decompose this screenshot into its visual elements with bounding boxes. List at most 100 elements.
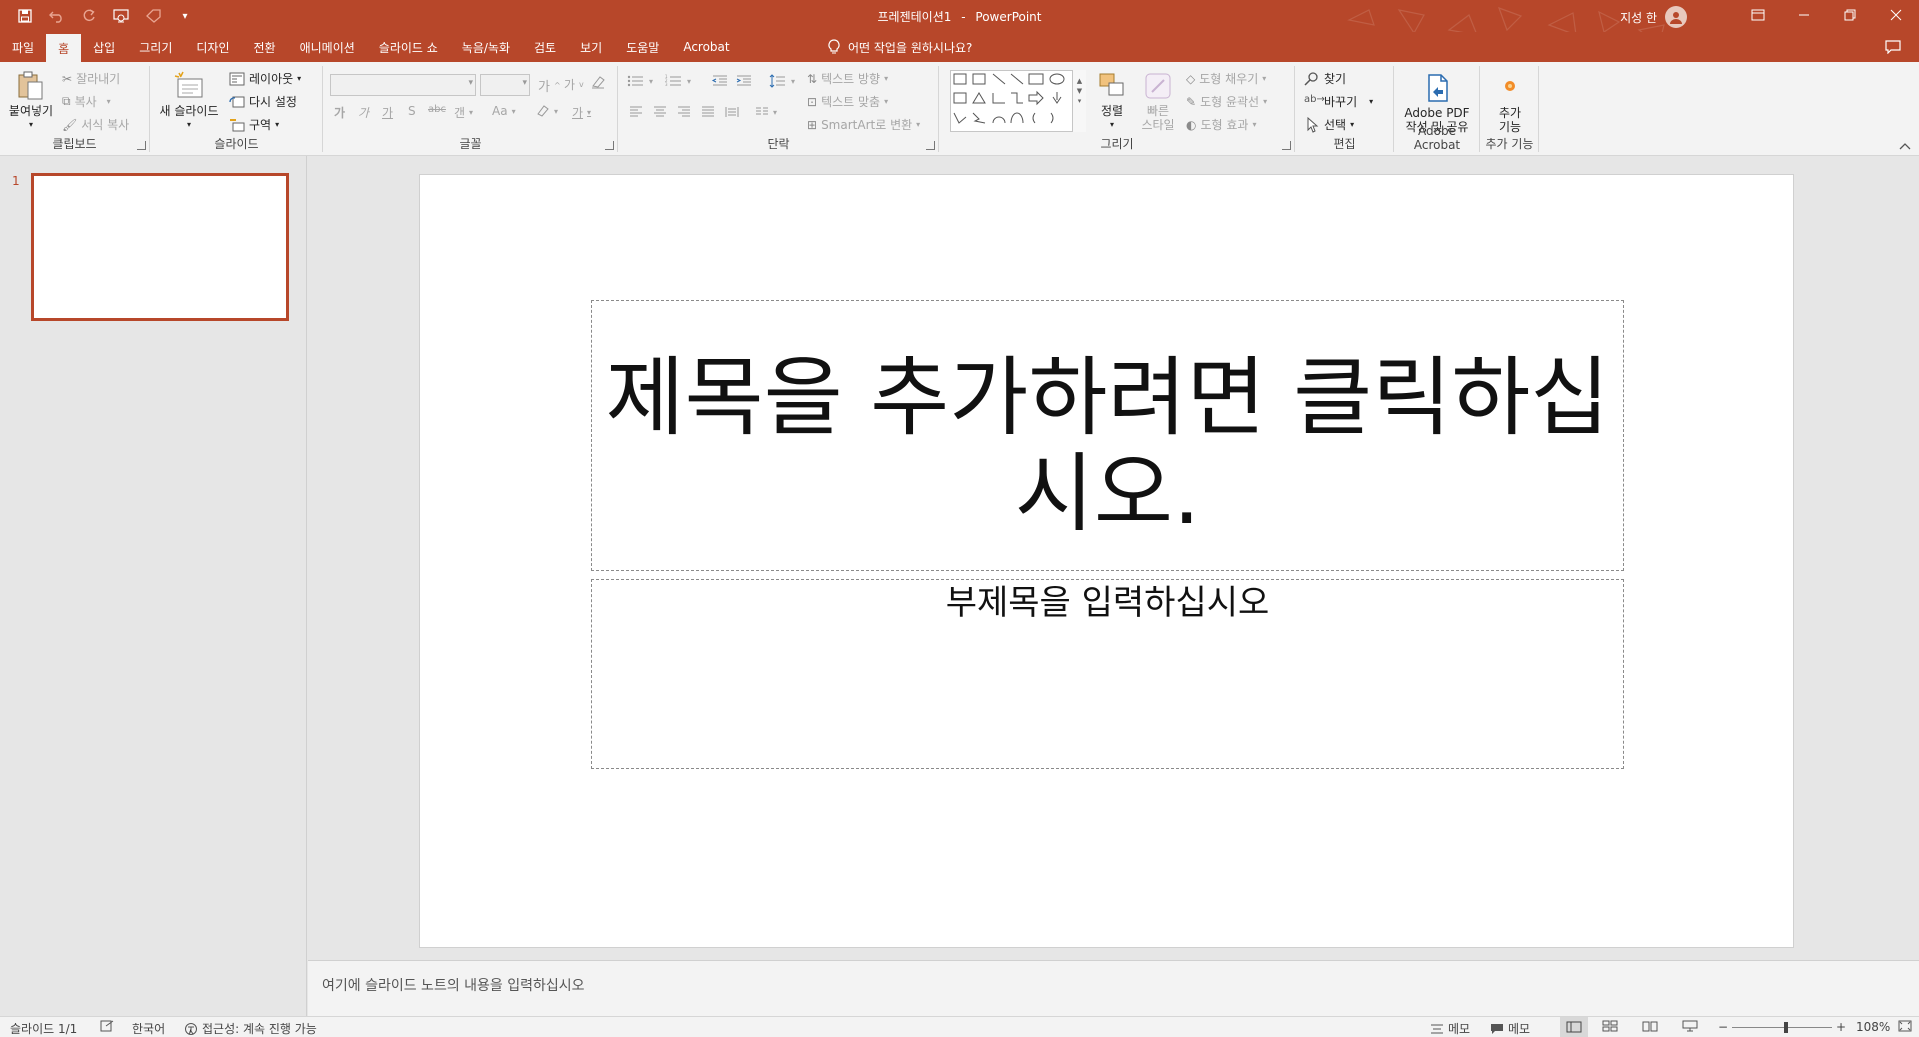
- columns-icon[interactable]: ▾: [755, 106, 777, 118]
- zoom-slider-track[interactable]: [1732, 1027, 1832, 1028]
- italic-icon[interactable]: 가: [358, 104, 369, 121]
- zoom-level[interactable]: 108%: [1856, 1020, 1890, 1034]
- clear-formatting-icon[interactable]: [590, 74, 606, 90]
- tab-10[interactable]: 보기: [568, 32, 614, 62]
- subtitle-placeholder-text[interactable]: 부제목을 입력하십시오: [946, 583, 1270, 623]
- new-slide-button[interactable]: 새 슬라이드 ▾: [157, 70, 221, 132]
- section-button[interactable]: 구역 ▾: [229, 116, 279, 133]
- minimize-icon[interactable]: [1781, 0, 1827, 30]
- align-right-icon[interactable]: [677, 106, 691, 118]
- redo-icon[interactable]: [78, 5, 100, 27]
- tell-me-text[interactable]: 어떤 작업을 원하시나요?: [848, 39, 972, 56]
- comments-icon[interactable]: [1881, 36, 1905, 58]
- zoom-level-text[interactable]: 108%: [1856, 1020, 1890, 1034]
- replace-button[interactable]: ab→ 바꾸기 ▾: [1304, 93, 1373, 110]
- text-direction-label[interactable]: 텍스트 방향: [821, 70, 880, 87]
- save-icon[interactable]: [14, 5, 36, 27]
- arrange-button[interactable]: 정렬 ▾: [1094, 70, 1130, 132]
- align-center-icon[interactable]: [653, 106, 667, 118]
- format-painter-label[interactable]: 서식 복사: [81, 116, 129, 133]
- tab-5[interactable]: 전환: [241, 32, 287, 62]
- shape-fill-button[interactable]: ◇ 도형 채우기 ▾: [1186, 70, 1266, 87]
- collapse-ribbon-icon[interactable]: [1899, 142, 1911, 153]
- accessibility-checker[interactable]: 접근성: 계속 진행 가능: [184, 1020, 317, 1037]
- tab-3[interactable]: 그리기: [127, 32, 184, 62]
- notes-toggle[interactable]: 메모: [1430, 1020, 1470, 1037]
- zoom-slider-thumb[interactable]: [1784, 1022, 1788, 1033]
- addins-label-1[interactable]: 추가: [1499, 106, 1521, 120]
- tab-9[interactable]: 검토: [522, 32, 568, 62]
- comments-toggle[interactable]: 메모: [1490, 1020, 1530, 1037]
- slideshow-view-icon[interactable]: [1682, 1020, 1698, 1032]
- notes-pane[interactable]: 여기에 슬라이드 노트의 내용을 입력하십시오: [308, 960, 1919, 1016]
- increase-font-size-icon[interactable]: 가 ^: [538, 76, 561, 95]
- drawing-launcher-icon[interactable]: [1282, 141, 1291, 150]
- section-label[interactable]: 구역: [249, 116, 271, 133]
- tab-2[interactable]: 삽입: [81, 32, 127, 62]
- shapes-gallery-scroll[interactable]: ▲ ▼ ▾: [1072, 70, 1086, 132]
- convert-to-smartart-button[interactable]: ⊞ SmartArt로 변환 ▾: [807, 116, 920, 133]
- distributed-icon[interactable]: [725, 106, 739, 118]
- tab-8[interactable]: 녹음/녹화: [450, 32, 522, 62]
- layout-label[interactable]: 레이아웃: [249, 70, 293, 87]
- shape-effects-label[interactable]: 도형 효과: [1200, 116, 1248, 133]
- fit-to-window-icon[interactable]: [1898, 1020, 1912, 1032]
- create-pdf-label-1[interactable]: Adobe PDF: [1404, 106, 1469, 120]
- undo-icon[interactable]: [46, 5, 68, 27]
- reset-button[interactable]: 다시 설정: [229, 93, 297, 110]
- font-color-icon[interactable]: 가 ▾: [572, 104, 591, 121]
- text-shadow-icon[interactable]: S: [408, 104, 416, 118]
- restore-icon[interactable]: [1827, 0, 1873, 30]
- font-size-combo[interactable]: [480, 74, 530, 96]
- arrange-label[interactable]: 정렬: [1101, 104, 1123, 118]
- zoom-in-icon[interactable]: +: [1836, 1020, 1846, 1034]
- strikethrough-icon[interactable]: abc: [428, 104, 446, 115]
- bullets-icon[interactable]: ▾: [627, 74, 653, 88]
- tab-0[interactable]: 파일: [0, 32, 46, 62]
- increase-indent-icon[interactable]: [735, 74, 753, 88]
- format-painter-button[interactable]: 🖌 서식 복사: [62, 116, 129, 133]
- reset-label[interactable]: 다시 설정: [249, 93, 297, 110]
- copy-button[interactable]: ⧉ 복사 ▾: [62, 93, 111, 110]
- font-launcher-icon[interactable]: [605, 141, 614, 150]
- highlight-color-icon[interactable]: ▾: [536, 104, 558, 118]
- addins-button[interactable]: 추가 기능: [1487, 72, 1533, 134]
- layout-button[interactable]: 레이아웃 ▾: [229, 70, 301, 87]
- cut-label[interactable]: 잘라내기: [76, 70, 120, 87]
- account-area[interactable]: 지성 한: [1620, 6, 1687, 28]
- align-left-icon[interactable]: [629, 106, 643, 118]
- tab-11[interactable]: 도움말: [614, 32, 671, 62]
- shape-fill-label[interactable]: 도형 채우기: [1199, 70, 1258, 87]
- tell-me-box[interactable]: 어떤 작업을 원하시나요?: [828, 32, 972, 62]
- new-slide-label[interactable]: 새 슬라이드: [159, 104, 218, 118]
- title-placeholder-text[interactable]: 제목을 추가하려면 클릭하십시오.: [592, 350, 1623, 542]
- user-name[interactable]: 지성 한: [1620, 9, 1657, 26]
- notes-toggle-label[interactable]: 메모: [1448, 1020, 1470, 1037]
- shape-outline-label[interactable]: 도형 윤곽선: [1200, 93, 1259, 110]
- avatar[interactable]: [1665, 6, 1687, 28]
- quick-styles-label-1[interactable]: 빠른: [1147, 104, 1169, 118]
- select-button[interactable]: 선택 ▾: [1304, 116, 1354, 133]
- language-indicator[interactable]: 한국어: [132, 1020, 165, 1037]
- paste-label[interactable]: 붙여넣기: [9, 104, 53, 118]
- close-icon[interactable]: [1873, 0, 1919, 30]
- start-from-beginning-icon[interactable]: [110, 5, 132, 27]
- tab-1[interactable]: 홈: [46, 34, 82, 62]
- addins-label-2[interactable]: 기능: [1499, 120, 1521, 134]
- find-button[interactable]: 찾기: [1304, 70, 1346, 87]
- paste-button[interactable]: 붙여넣기 ▾: [6, 70, 56, 132]
- notes-placeholder[interactable]: 여기에 슬라이드 노트의 내용을 입력하십시오: [322, 975, 585, 995]
- align-text-button[interactable]: ⊡ 텍스트 맞춤 ▾: [807, 93, 888, 110]
- clipboard-launcher-icon[interactable]: [137, 141, 146, 150]
- slide-sorter-icon[interactable]: [1602, 1020, 1618, 1032]
- shapes-gallery[interactable]: [950, 70, 1086, 132]
- line-spacing-icon[interactable]: ▾: [769, 74, 795, 88]
- change-case-icon[interactable]: Aa ▾: [492, 104, 516, 118]
- quick-styles-button[interactable]: 빠른 스타일: [1136, 70, 1180, 132]
- font-family-combo[interactable]: [330, 74, 476, 96]
- shape-effects-button[interactable]: ◐ 도형 효과 ▾: [1186, 116, 1256, 133]
- comments-toggle-label[interactable]: 메모: [1508, 1020, 1530, 1037]
- quick-styles-label-2[interactable]: 스타일: [1141, 118, 1174, 132]
- tab-12[interactable]: Acrobat: [671, 32, 741, 62]
- bold-icon[interactable]: 가: [334, 104, 345, 121]
